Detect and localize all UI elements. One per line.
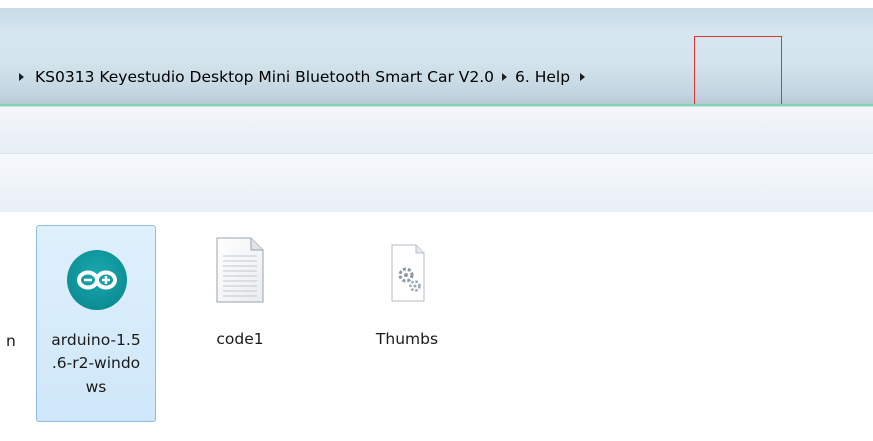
breadcrumb-separator-icon[interactable] <box>19 73 24 81</box>
breadcrumb-separator-icon[interactable] <box>580 73 586 81</box>
column-header-bar <box>0 153 873 213</box>
file-name-line: Thumbs <box>375 330 439 348</box>
window-titlebar <box>0 0 873 8</box>
file-name-line: code1 <box>216 330 264 348</box>
file-name-line: .6-r2-windo <box>51 354 141 372</box>
text-document-icon <box>215 236 265 304</box>
command-bar <box>0 106 873 153</box>
breadcrumb-item-help[interactable]: 6. Help <box>509 68 576 86</box>
file-name-line: arduino-1.5 <box>51 331 141 349</box>
breadcrumb-separator-icon[interactable] <box>502 73 507 81</box>
breadcrumb-item-ks0313[interactable]: KS0313 Keyestudio Desktop Mini Bluetooth… <box>29 68 500 86</box>
highlight-box <box>694 36 782 105</box>
system-file-icon <box>390 243 426 303</box>
address-bar[interactable]: KS0313 Keyestudio Desktop Mini Bluetooth… <box>0 8 873 105</box>
breadcrumb: KS0313 Keyestudio Desktop Mini Bluetooth… <box>0 53 586 101</box>
file-item-code1[interactable]: code1 <box>196 225 284 375</box>
file-item-arduino[interactable]: arduino-1.5 .6-r2-windo ws <box>36 225 156 422</box>
arduino-icon <box>67 250 127 310</box>
partial-file-label: n <box>6 332 16 350</box>
file-name-line: ws <box>85 378 107 396</box>
file-list-pane: n arduino-1.5 .6-r2-windo ws code1 Thumb… <box>0 212 873 441</box>
file-item-thumbs[interactable]: Thumbs <box>357 225 457 375</box>
